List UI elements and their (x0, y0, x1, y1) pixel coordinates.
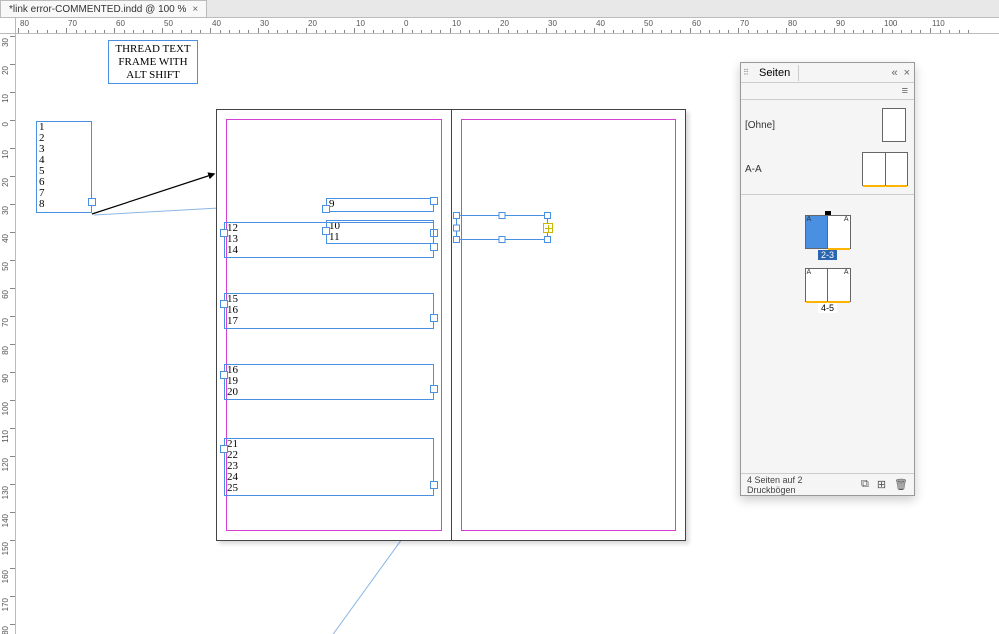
line: 20 (227, 387, 431, 398)
spread-thumbnail[interactable]: A A 2-3 (805, 215, 851, 260)
in-port-icon[interactable] (220, 445, 228, 453)
margin-guide (461, 119, 677, 531)
trash-icon[interactable]: 🗑 (894, 478, 908, 491)
master-thumbnail[interactable] (862, 152, 908, 186)
master-item-a[interactable]: A-A (745, 147, 910, 191)
note-text-frame[interactable]: THREAD TEXT FRAME WITH ALT SHIFT (108, 40, 198, 84)
line: 15 (227, 294, 431, 305)
line: 14 (227, 245, 431, 256)
in-port-icon[interactable] (220, 229, 228, 237)
resize-handle[interactable] (544, 212, 551, 219)
line: 2 (39, 133, 89, 144)
resize-handle[interactable] (499, 236, 506, 243)
out-port-icon[interactable] (430, 314, 438, 322)
panel-menu-icon[interactable]: ≡ (741, 83, 914, 100)
text-frame-2[interactable]: 9 (326, 198, 434, 212)
out-port-icon[interactable] (430, 197, 438, 205)
line: 21 (227, 439, 431, 450)
note-text: THREAD TEXT FRAME WITH ALT SHIFT (115, 43, 190, 81)
in-port-icon[interactable] (220, 371, 228, 379)
line: 16 (227, 365, 431, 376)
text-frame-4[interactable]: 12 13 14 (224, 222, 434, 258)
document-tab-title: *link error-COMMENTED.indd @ 100 % (9, 4, 186, 15)
page-number-label: 2-3 (818, 250, 837, 260)
resize-handle[interactable] (544, 236, 551, 243)
masters-section: [Ohne] A-A (741, 100, 914, 195)
document-tab[interactable]: *link error-COMMENTED.indd @ 100 % × (0, 0, 207, 17)
master-label: A-A (745, 164, 795, 175)
overset-text-icon[interactable] (543, 223, 553, 233)
master-page-badge: A (843, 216, 850, 223)
line: 13 (227, 234, 431, 245)
master-page-badge: A (806, 216, 813, 223)
line: 9 (329, 199, 431, 210)
out-port-icon[interactable] (430, 481, 438, 489)
panel-status-text: 4 Seiten auf 2 Druckbögen (747, 475, 845, 495)
line: 23 (227, 461, 431, 472)
text-frame-7[interactable]: 21 22 23 24 25 (224, 438, 434, 496)
page-size-icon[interactable]: ⧉ (861, 478, 869, 491)
collapse-icon[interactable]: « (891, 67, 897, 79)
spread-thumbnail[interactable]: A A 4-5 (805, 268, 851, 313)
resize-handle[interactable] (453, 236, 460, 243)
panel-body: [Ohne] A-A A A 2-3 (741, 100, 914, 473)
ruler-horizontal[interactable]: 8070605040302010010203040506070809010011… (16, 18, 999, 34)
text-frame-6[interactable]: 16 19 20 (224, 364, 434, 400)
master-label: [Ohne] (745, 120, 795, 131)
line: 6 (39, 177, 89, 188)
resize-handle[interactable] (453, 212, 460, 219)
line: 19 (227, 376, 431, 387)
line: 3 (39, 144, 89, 155)
out-port-icon[interactable] (430, 385, 438, 393)
new-page-icon[interactable]: ⊞ (877, 478, 886, 491)
master-page-badge: A (806, 269, 813, 276)
line: 12 (227, 223, 431, 234)
close-icon[interactable]: × (904, 67, 910, 79)
line: 24 (227, 472, 431, 483)
line: 5 (39, 166, 89, 177)
resize-handle[interactable] (499, 212, 506, 219)
page-right[interactable] (452, 109, 687, 541)
line: 16 (227, 305, 431, 316)
panel-grip-icon[interactable]: ⠿ (741, 71, 751, 75)
text-frame-1[interactable]: 1 2 3 4 5 6 7 8 (36, 121, 92, 213)
panel-footer: 4 Seiten auf 2 Druckbögen ⧉ ⊞ 🗑 (741, 473, 914, 495)
master-thumbnail[interactable] (882, 108, 906, 142)
ruler-vertical[interactable]: 3020100102030405060708090100110120130140… (0, 34, 16, 634)
in-port-icon[interactable] (322, 205, 330, 213)
line: 8 (39, 199, 89, 210)
text-frame-5[interactable]: 15 16 17 (224, 293, 434, 329)
page-number-label: 4-5 (818, 303, 837, 313)
line: 25 (227, 483, 431, 494)
line: 4 (39, 155, 89, 166)
resize-handle[interactable] (453, 224, 460, 231)
ruler-origin[interactable] (0, 18, 16, 34)
out-port-icon[interactable] (430, 243, 438, 251)
document-tabs: *link error-COMMENTED.indd @ 100 % × (0, 0, 999, 18)
text-frame-selected[interactable] (456, 215, 548, 240)
pages-panel: ⠿ Seiten « × ≡ [Ohne] A-A (740, 62, 915, 496)
out-port-icon[interactable] (88, 198, 96, 206)
master-page-badge: A (843, 269, 850, 276)
line: 17 (227, 316, 431, 327)
panel-title[interactable]: Seiten (751, 65, 799, 81)
close-icon[interactable]: × (192, 4, 198, 15)
line: 22 (227, 450, 431, 461)
master-item-none[interactable]: [Ohne] (745, 103, 910, 147)
line: 1 (39, 122, 89, 133)
line: 7 (39, 188, 89, 199)
panel-header[interactable]: ⠿ Seiten « × (741, 63, 914, 83)
document-pages-section: A A 2-3 A A 4-5 (741, 195, 914, 333)
in-port-icon[interactable] (220, 300, 228, 308)
